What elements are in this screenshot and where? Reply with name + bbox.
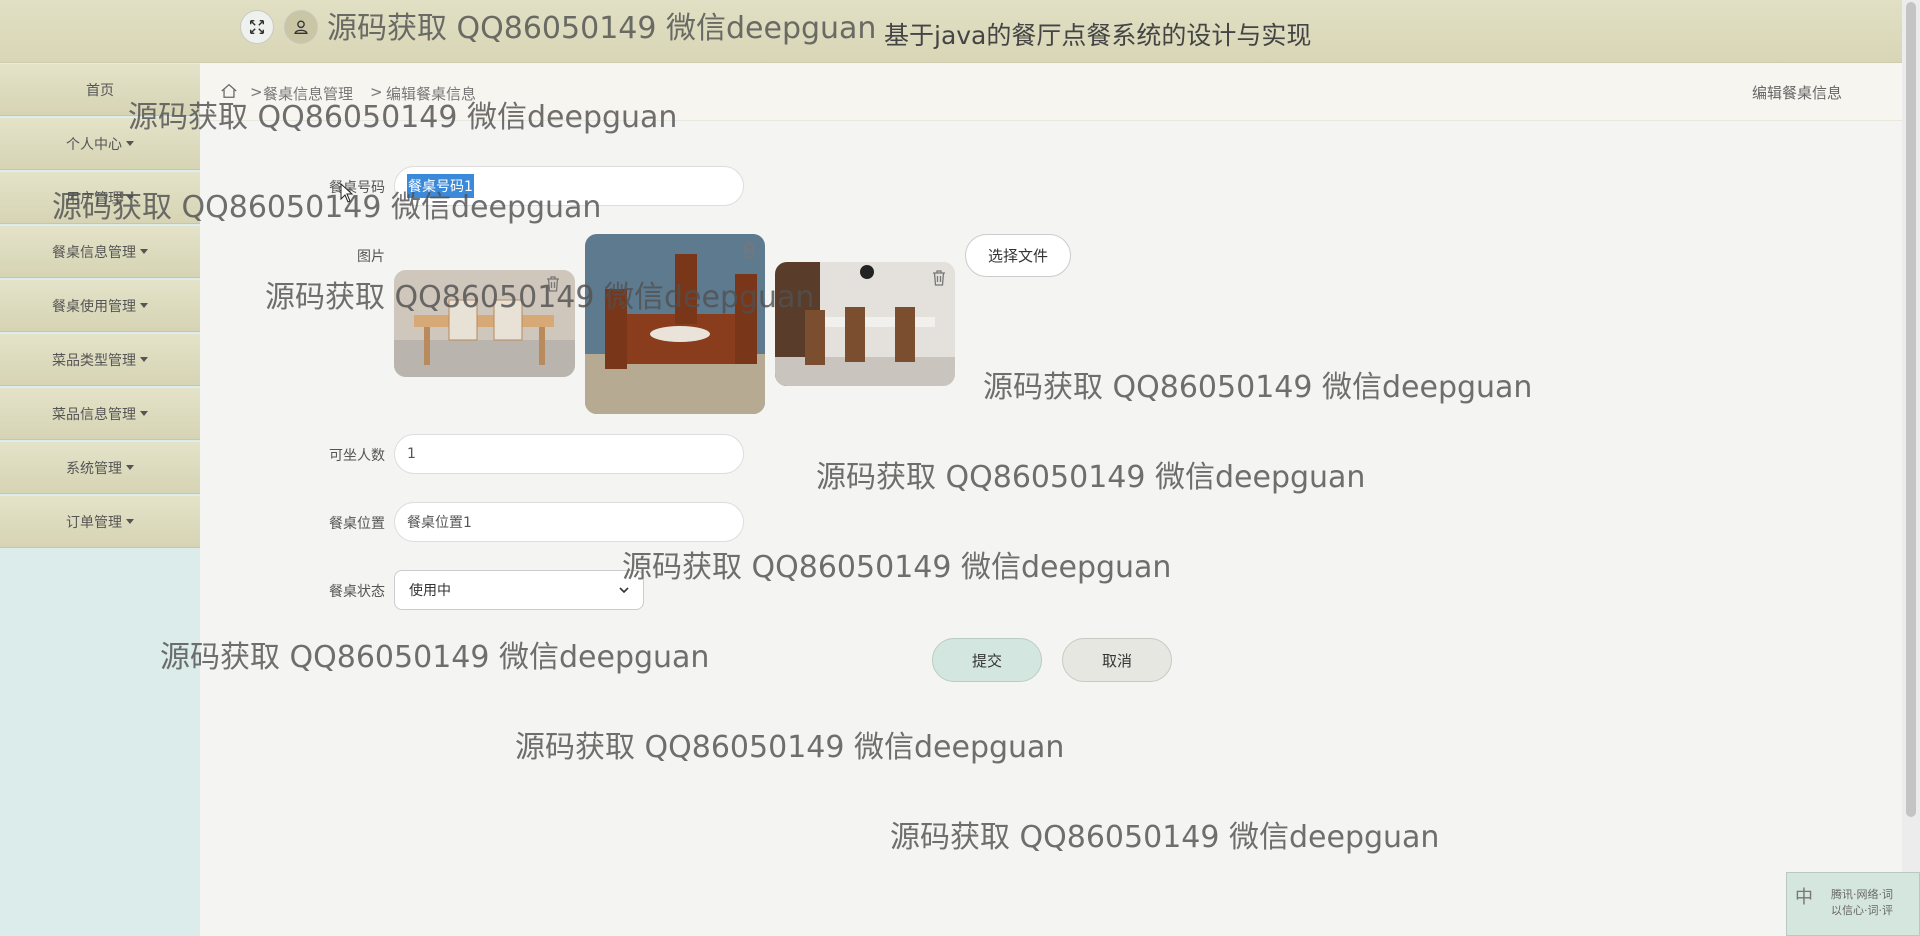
sidebar-item-label: 餐桌使用管理	[52, 298, 136, 315]
sidebar-item-table-usage[interactable]: 餐桌使用管理	[0, 279, 200, 332]
status-value: 使用中	[409, 583, 451, 599]
caret-down-icon	[140, 249, 148, 254]
sidebar-item-label: 系统管理	[66, 460, 122, 477]
caret-down-icon	[126, 141, 134, 146]
home-icon[interactable]	[220, 82, 238, 100]
watermark: 源码获取 QQ86050149 微信deepguan	[816, 460, 1366, 495]
location-input[interactable]: 餐桌位置1	[394, 502, 744, 542]
sidebar-item-label: 首页	[86, 82, 114, 99]
top-header: 基于java的餐厅点餐系统的设计与实现	[0, 0, 1902, 63]
ime-line2: 以信心·词·评	[1831, 904, 1893, 917]
ime-widget[interactable]: 中 腾讯·网络·词 以信心·词·评	[1786, 872, 1920, 936]
sidebar-item-dish-type[interactable]: 菜品类型管理	[0, 333, 200, 386]
sidebar-item-label: 订单管理	[66, 514, 122, 531]
sidebar-item-dish-info[interactable]: 菜品信息管理	[0, 387, 200, 440]
expand-icon	[249, 19, 265, 35]
vertical-scrollbar[interactable]	[1902, 0, 1920, 936]
watermark: 源码获取 QQ86050149 微信deepguan	[983, 370, 1533, 405]
sidebar-item-label: 个人中心	[66, 136, 122, 153]
caret-down-icon	[126, 519, 134, 524]
sidebar: 首页 个人中心 用户管理 餐桌信息管理 餐桌使用管理 菜品类型管理 菜品信息管理…	[0, 63, 200, 936]
ime-line1: 腾讯·网络·词	[1831, 888, 1893, 901]
breadcrumb-separator: >	[370, 83, 383, 101]
site-title: 基于java的餐厅点餐系统的设计与实现	[884, 21, 1312, 50]
ime-mode: 中	[1795, 887, 1813, 908]
breadcrumb-current: 编辑餐桌信息	[386, 85, 477, 103]
sidebar-item-user-management[interactable]: 用户管理	[0, 171, 200, 224]
sidebar-item-label: 餐桌信息管理	[52, 244, 136, 261]
mouse-cursor-icon	[340, 183, 354, 203]
scrollbar-thumb[interactable]	[1906, 2, 1916, 817]
choose-file-button[interactable]: 选择文件	[965, 234, 1071, 277]
sidebar-item-label: 用户管理	[66, 190, 122, 207]
breadcrumb-separator: >	[250, 83, 263, 101]
submit-button[interactable]: 提交	[932, 638, 1042, 682]
watermark: 源码获取 QQ86050149 微信deepguan	[890, 820, 1440, 855]
sidebar-item-label: 菜品类型管理	[52, 352, 136, 369]
seats-label: 可坐人数	[329, 448, 385, 464]
cancel-button[interactable]: 取消	[1062, 638, 1172, 682]
caret-down-icon	[140, 303, 148, 308]
watermark: 源码获取 QQ86050149 微信deepguan	[160, 640, 710, 675]
seats-value: 1	[407, 446, 416, 462]
sidebar-item-system[interactable]: 系统管理	[0, 441, 200, 494]
fullscreen-button[interactable]	[240, 10, 274, 44]
caret-down-icon	[126, 465, 134, 470]
location-label: 餐桌位置	[329, 516, 385, 532]
user-icon	[294, 20, 308, 34]
table-no-input[interactable]: 餐桌号码1	[394, 166, 744, 206]
chevron-down-icon	[619, 587, 629, 594]
breadcrumb-bar: > 餐桌信息管理 > 编辑餐桌信息 编辑餐桌信息	[200, 63, 1902, 121]
watermark: 源码获取 QQ86050149 微信deepguan	[622, 550, 1172, 585]
table-no-value: 餐桌号码1	[407, 174, 474, 198]
sidebar-item-label: 菜品信息管理	[52, 406, 136, 423]
image-label: 图片	[357, 249, 385, 265]
ime-text: 腾讯·网络·词 以信心·词·评	[1831, 887, 1893, 919]
status-label: 餐桌状态	[329, 584, 385, 600]
delete-icon[interactable]	[545, 275, 561, 293]
seats-input[interactable]: 1	[394, 434, 744, 474]
sidebar-item-personal-center[interactable]: 个人中心	[0, 117, 200, 170]
user-avatar-button[interactable]	[284, 10, 318, 44]
sidebar-item-home[interactable]: 首页	[0, 63, 200, 116]
table-photo-3	[775, 262, 955, 386]
watermark: 源码获取 QQ86050149 微信deepguan	[515, 730, 1065, 765]
sidebar-item-orders[interactable]: 订单管理	[0, 495, 200, 548]
caret-down-icon	[140, 357, 148, 362]
status-select[interactable]: 使用中	[394, 570, 644, 610]
sidebar-item-table-info[interactable]: 餐桌信息管理	[0, 225, 200, 278]
table-no-label: 餐桌号码	[329, 180, 385, 196]
breadcrumb-table-info[interactable]: 餐桌信息管理	[263, 83, 353, 104]
location-value: 餐桌位置1	[407, 515, 472, 531]
caret-down-icon	[140, 411, 148, 416]
delete-icon[interactable]	[741, 241, 757, 259]
table-photo-2	[585, 234, 765, 414]
delete-icon[interactable]	[931, 269, 947, 287]
caret-down-icon	[126, 195, 134, 200]
page-title: 编辑餐桌信息	[1751, 84, 1842, 102]
